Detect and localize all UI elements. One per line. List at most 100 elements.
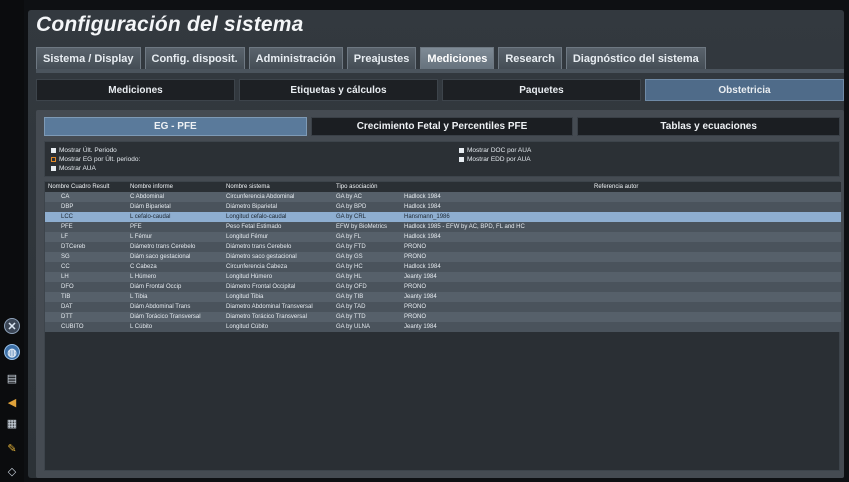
table-cell: LF	[45, 232, 127, 242]
checkbox-icon[interactable]	[51, 157, 56, 162]
tab-config-disposit[interactable]: Config. disposit.	[144, 47, 245, 69]
table-cell: Longitud Fémur	[223, 232, 333, 242]
ob-tab-tablas-y-ecuaciones[interactable]: Tablas y ecuaciones	[577, 117, 841, 136]
tab-diagnostico-del-sistema[interactable]: Diagnóstico del sistema	[565, 47, 706, 69]
table-cell: GA by FTD	[333, 242, 401, 252]
table-cell: GA by TIB	[333, 292, 401, 302]
table-row[interactable]: DBP Diám Biparietal Diámetro Biparietal GA …	[45, 202, 841, 212]
subtab-obstetricia[interactable]: Obstetricia	[645, 79, 844, 101]
option-show-aua[interactable]: Mostrar AUA	[51, 165, 96, 172]
table-body: CA C Abdominal Circunferencia Abdominal GA …	[45, 192, 841, 332]
table-cell: GA by ULNA	[333, 322, 401, 332]
option-label: Mostrar Últ. Periodo	[59, 147, 117, 154]
table-cell: Diámetro Frontal Occipital	[223, 282, 333, 292]
table-cell: Circunferencia Cabeza	[223, 262, 333, 272]
tab-underline	[36, 69, 844, 73]
checkbox-icon[interactable]	[459, 157, 464, 162]
table-row[interactable]: CC C Cabeza Circunferencia Cabeza GA by HC H…	[45, 262, 841, 272]
table-row[interactable]: LF L Fémur Longitud Fémur GA by FL Hadlock 1…	[45, 232, 841, 242]
table-cell: DFO	[45, 282, 127, 292]
option-show-lmp[interactable]: Mostrar Últ. Periodo	[51, 147, 117, 154]
header-report-name[interactable]: Nombre informe	[127, 182, 223, 192]
table-cell: PRONO	[401, 312, 841, 322]
obstetrics-tab-bar: EG - PFE Crecimiento Fetal y Percentiles …	[44, 117, 841, 136]
table-cell: GA by BPD	[333, 202, 401, 212]
printer-icon[interactable]: ▤	[4, 370, 20, 386]
table-cell: GA by OFD	[333, 282, 401, 292]
option-label: Mostrar EDD por AUA	[467, 156, 531, 163]
subtab-paquetes[interactable]: Paquetes	[442, 79, 641, 101]
table-cell: PRONO	[401, 282, 841, 292]
table-cell: GA by TAD	[333, 302, 401, 312]
table-cell: DBP	[45, 202, 127, 212]
globe-icon[interactable]: ◍	[4, 344, 20, 360]
wifi-icon[interactable]: ◇	[4, 463, 20, 479]
header-system-name[interactable]: Nombre sistema	[223, 182, 333, 192]
table-cell: L cefalo-caudal	[127, 212, 223, 222]
subtab-mediciones[interactable]: Mediciones	[36, 79, 235, 101]
table-cell: C Cabeza	[127, 262, 223, 272]
table-row[interactable]: DTT Diám Torácico Transversal Diametro Tor…	[45, 312, 841, 322]
table-cell: CA	[45, 192, 127, 202]
table-cell: PFE	[45, 222, 127, 232]
table-row[interactable]: LH L Húmero Longitud Húmero GA by HL Jeanty …	[45, 272, 841, 282]
table-row[interactable]: DAT Diám Abdominal Trans Diametro Abdomina…	[45, 302, 841, 312]
option-label: Mostrar DOC por AUA	[467, 147, 532, 154]
table-cell: L Húmero	[127, 272, 223, 282]
table-cell: C Abdominal	[127, 192, 223, 202]
table-cell: Diametro Abdominal Transversal	[223, 302, 333, 312]
option-show-ga-lmp[interactable]: Mostrar EG por Últ. periodo:	[51, 156, 140, 163]
table-cell: Circunferencia Abdominal	[223, 192, 333, 202]
table-row[interactable]: SG Diám saco gestacional Diámetro saco ges…	[45, 252, 841, 262]
table-cell: Diametro Torácico Transversal	[223, 312, 333, 322]
export-icon[interactable]: ▦	[4, 415, 20, 431]
table-row[interactable]: PFE PFE Peso Fetal Estimado EFW by BioMetri…	[45, 222, 841, 232]
table-cell: Diámetro saco gestacional	[223, 252, 333, 262]
measurements-table: Nombre Cuadro Result Nombre informe Nomb…	[45, 182, 841, 332]
table-cell: Diámetro trans Cerebelo	[127, 242, 223, 252]
table-cell: GA by AC	[333, 192, 401, 202]
header-result-name[interactable]: Nombre Cuadro Result	[45, 182, 127, 192]
tab-preajustes[interactable]: Preajustes	[346, 47, 417, 69]
table-row[interactable]: DTCereb Diámetro trans Cerebelo Diámetro t…	[45, 242, 841, 252]
tab-mediciones[interactable]: Mediciones	[420, 47, 495, 69]
table-row[interactable]: CA C Abdominal Circunferencia Abdominal GA …	[45, 192, 841, 202]
option-show-doc-aua[interactable]: Mostrar DOC por AUA	[459, 147, 531, 154]
checkbox-icon[interactable]	[459, 148, 464, 153]
table-cell: Peso Fetal Estimado	[223, 222, 333, 232]
table-row[interactable]: CUBITO L Cúbito Longitud Cúbito GA by ULNA J…	[45, 322, 841, 332]
brush-icon[interactable]: ✎	[4, 440, 20, 456]
table-row[interactable]: TIB L Tibia Longitud Tibia GA by TIB Jeanty …	[45, 292, 841, 302]
table-cell: PRONO	[401, 242, 841, 252]
table-cell: Diám Frontal Occip	[127, 282, 223, 292]
speaker-icon[interactable]: ◀	[4, 394, 20, 410]
table-row[interactable]: DFO Diám Frontal Occip Diámetro Frontal Oc…	[45, 282, 841, 292]
table-header-row: Nombre Cuadro Result Nombre informe Nomb…	[45, 182, 841, 192]
table-cell: L Tibia	[127, 292, 223, 302]
ob-tab-crecimiento-fetal-y-percentiles-pfe[interactable]: Crecimiento Fetal y Percentiles PFE	[310, 117, 574, 136]
table-cell: GA by HC	[333, 262, 401, 272]
main-tab-bar: Sistema / Display Config. disposit. Admini…	[36, 47, 710, 69]
table-cell: Jeanty 1984	[401, 322, 841, 332]
close-circle-icon[interactable]: ✕	[4, 318, 20, 334]
table-cell: Hadlock 1984	[401, 262, 841, 272]
tab-administracion[interactable]: Administración	[248, 47, 343, 69]
table-cell: GA by HL	[333, 272, 401, 282]
table-cell: SG	[45, 252, 127, 262]
header-association-type[interactable]: Tipo asociación	[333, 182, 401, 192]
subtab-etiquetas-y-calculos[interactable]: Etiquetas y cálculos	[239, 79, 438, 101]
table-cell: GA by CRL	[333, 212, 401, 222]
checkbox-icon[interactable]	[51, 148, 56, 153]
table-cell: Longitud Tibia	[223, 292, 333, 302]
left-rail: ✕ ◍ ▤ ◀ ▦ ✎ ◇	[0, 0, 24, 482]
measurement-subtab-bar: Mediciones Etiquetas y cálculos Paquetes Ob…	[36, 79, 844, 101]
header-author-reference[interactable]: Referencia autor	[401, 182, 841, 192]
option-show-edd-aua[interactable]: Mostrar EDD por AUA	[459, 156, 531, 163]
ob-tab-eg-pfe[interactable]: EG - PFE	[44, 117, 307, 136]
tab-research[interactable]: Research	[498, 47, 562, 69]
checkbox-icon[interactable]	[51, 166, 56, 171]
tab-sistema-display[interactable]: Sistema / Display	[36, 47, 141, 69]
table-cell: Hadlock 1984	[401, 202, 841, 212]
table-row[interactable]: LCC L cefalo-caudal Longitud cefalo-caudal…	[45, 212, 841, 222]
table-cell: CUBITO	[45, 322, 127, 332]
